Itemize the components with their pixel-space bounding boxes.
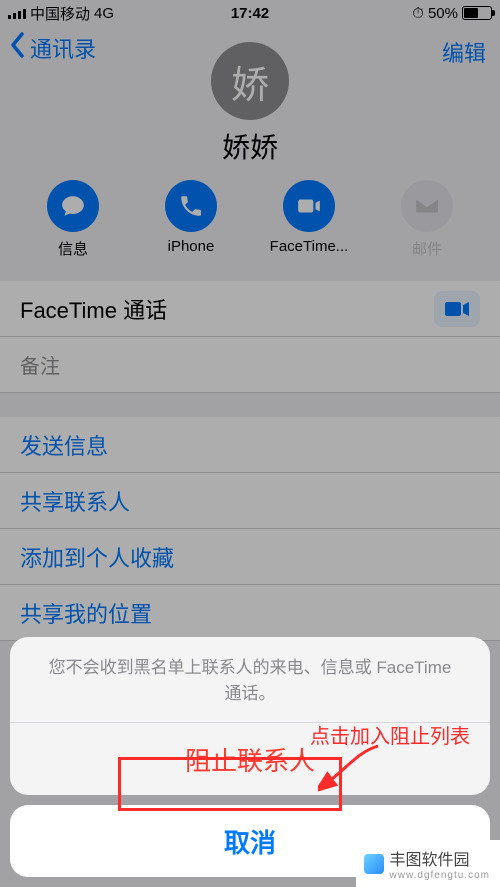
sheet-message: 您不会收到黑名单上联系人的来电、信息或 FaceTime 通话。 <box>10 637 490 723</box>
screen: 中国移动 4G 17:42 ⏱ 50% 通讯录 编辑 娇 娇娇 信息 <box>0 0 500 887</box>
watermark-title: 丰图软件园 <box>390 846 491 870</box>
watermark-logo-icon <box>364 854 384 874</box>
watermark: 丰图软件园 www.dgfengtu.com <box>356 840 500 887</box>
sheet-group: 您不会收到黑名单上联系人的来电、信息或 FaceTime 通话。 阻止联系人 <box>10 637 490 795</box>
watermark-url: www.dgfengtu.com <box>390 870 491 881</box>
annotation-label: 点击加入阻止列表 <box>310 720 470 749</box>
watermark-text: 丰图软件园 www.dgfengtu.com <box>390 846 491 881</box>
